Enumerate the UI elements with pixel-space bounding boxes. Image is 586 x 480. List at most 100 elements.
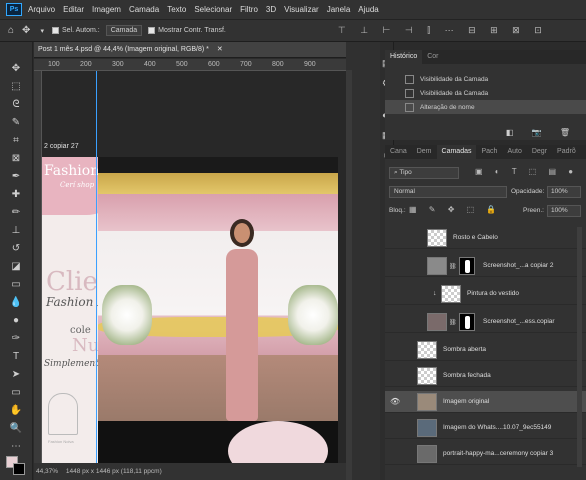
history-actions[interactable]: ◧ 📷 🗑 (506, 128, 578, 137)
layer-row[interactable]: Sombra fechada (385, 365, 586, 387)
zoom-level[interactable]: 44,37% (36, 468, 58, 475)
eye-icon[interactable]: 👁 (390, 397, 400, 406)
type-icon[interactable]: T (8, 350, 24, 364)
menu-arquivo[interactable]: Arquivo (28, 5, 55, 14)
history-item[interactable]: Visibilidade da Camada (385, 86, 586, 100)
layers-scrollbar[interactable] (577, 227, 582, 467)
path-select-icon[interactable]: ➤ (8, 368, 24, 382)
opacity-input[interactable]: 100% (547, 186, 581, 198)
background-color-swatch[interactable] (13, 463, 25, 475)
ruler-tick-label: 100 (48, 61, 60, 68)
layer-filter-icons[interactable]: ▣ ◐ T ⬚ ▤ ● (475, 167, 578, 176)
brand-script: Cerí shop (60, 181, 95, 189)
big-text: Clie (46, 267, 98, 297)
align-icons[interactable]: ⊤ ⊥ ⊢ ⊣ ⫿ ⋯ ⊟ ⊞ ⊠ ⊡ (338, 25, 548, 36)
menu-visualizar[interactable]: Visualizar (284, 5, 319, 14)
history-item[interactable]: Visibilidade da Camada (385, 72, 586, 86)
layer-row[interactable]: ⛓ Screenshot_...a copiar 2 (385, 255, 586, 277)
gradient-icon[interactable]: ▭ (8, 278, 24, 292)
tab-demarcadores[interactable]: Dem (412, 145, 437, 159)
menu-selecionar[interactable]: Selecionar (194, 5, 232, 14)
tab-canais[interactable]: Cana (385, 145, 412, 159)
status-bar: 44,37% 1448 px x 1446 px (118,11 ppcm) (34, 463, 346, 480)
layer-name: Screenshot_...ess.copiar (483, 318, 555, 325)
history-brush-icon[interactable]: ↺ (8, 242, 24, 256)
pen-icon[interactable]: ✑ (8, 332, 24, 346)
layer-row[interactable]: ⛓ Screenshot_...ess.copiar (385, 311, 586, 333)
layer-row-selected[interactable]: 👁 Imagem original (385, 391, 586, 413)
close-tab-icon[interactable]: ✕ (217, 46, 223, 53)
tab-auto[interactable]: Auto (502, 145, 526, 159)
layer-filter-label: Tipo (399, 169, 412, 176)
hand-icon[interactable]: ✋ (8, 404, 24, 418)
chain-link-icon[interactable]: ⛓ (449, 319, 457, 326)
healing-brush-icon[interactable]: ✚ (8, 188, 24, 202)
auto-select-dropdown[interactable]: Camada (105, 25, 143, 36)
layer-filter-dropdown[interactable]: ⌕ Tipo (389, 167, 459, 179)
brush-icon[interactable]: ✏ (8, 206, 24, 220)
layer-name: Imagem do Whats....10.07_9ec55149 (443, 424, 552, 431)
tab-degrades[interactable]: Degr (527, 145, 552, 159)
lock-icons[interactable]: ▦ ✎ ✥ ⬚ 🔒 (409, 205, 501, 214)
auto-select-checkbox[interactable] (51, 27, 59, 34)
history-item-selected[interactable]: Alteração de nome (385, 100, 586, 114)
marquee-icon[interactable]: ⬚ (8, 80, 24, 94)
menu-3d[interactable]: 3D (266, 5, 276, 14)
ruler-tick-label: 900 (304, 61, 316, 68)
tab-historico[interactable]: Histórico (385, 50, 423, 64)
move-tool-icon[interactable]: ✥ (22, 25, 30, 36)
woman-dress (226, 249, 258, 421)
menu-camada[interactable]: Camada (129, 5, 159, 14)
layer-row[interactable]: Imagem do Whats....10.07_9ec55149 (385, 417, 586, 439)
lasso-icon[interactable]: ᘓ (8, 98, 24, 112)
clone-stamp-icon[interactable]: ⊥ (8, 224, 24, 238)
menu-texto[interactable]: Texto (167, 5, 186, 14)
layer-row[interactable]: Sombra aberta (385, 339, 586, 361)
chain-link-icon[interactable]: ⛓ (449, 263, 457, 270)
menu-editar[interactable]: Editar (63, 5, 84, 14)
canvas-area[interactable]: 2 copiar 27 Fashion Cerí shop Clie Fashi… (42, 71, 346, 463)
layer-thumbnail (417, 445, 437, 463)
frame-icon[interactable]: ⊠ (8, 152, 24, 166)
layer-mask-thumbnail[interactable] (459, 257, 475, 275)
guide-line[interactable] (96, 71, 97, 463)
dodge-icon[interactable]: ● (8, 314, 24, 328)
footer-text: Fashion Noiva (48, 439, 74, 444)
chevron-down-icon[interactable]: ▾ (40, 27, 44, 35)
tab-pach[interactable]: Pach (476, 145, 502, 159)
layer-row[interactable]: portrait-happy-ma...ceremony copiar 3 (385, 443, 586, 465)
blend-mode-dropdown[interactable]: Normal (389, 186, 507, 198)
menu-imagem[interactable]: Imagem (92, 5, 121, 14)
tools-panel: ✥ ⬚ ᘓ ✎ ⌗ ⊠ ✒ ✚ ✏ ⊥ ↺ ◪ ▭ 💧 ● ✑ T ➤ ▭ ✋ … (0, 42, 33, 480)
transform-controls-label: Mostrar Contr. Transf. (158, 27, 226, 34)
tab-cor[interactable]: Cor (422, 50, 443, 64)
menu-filtro[interactable]: Filtro (240, 5, 258, 14)
layer-mask-thumbnail[interactable] (459, 313, 475, 331)
move-icon[interactable]: ✥ (8, 62, 24, 76)
layer-row[interactable]: Rosto e Cabelo (385, 227, 586, 249)
eraser-icon[interactable]: ◪ (8, 260, 24, 274)
more-tools-icon[interactable]: ⋯ (8, 440, 24, 454)
shape-icon[interactable]: ▭ (8, 386, 24, 400)
transform-controls-checkbox[interactable] (148, 27, 156, 34)
fill-label: Preen.: (523, 207, 544, 214)
tab-padroes[interactable]: Padrõ (552, 145, 581, 159)
eyedropper-icon[interactable]: ✒ (8, 170, 24, 184)
blur-icon[interactable]: 💧 (8, 296, 24, 310)
tab-camadas[interactable]: Camadas (436, 145, 477, 159)
quick-select-icon[interactable]: ✎ (8, 116, 24, 130)
zoom-icon[interactable]: 🔍 (8, 422, 24, 436)
vertical-scrollbar[interactable] (346, 70, 352, 480)
menu-ajuda[interactable]: Ajuda (358, 5, 378, 14)
canvas-scroll-region (346, 42, 380, 480)
layer-thumbnail (427, 257, 447, 275)
document-tab[interactable]: Post 1 mês 4.psd @ 44,4% (Imagem origina… (34, 42, 346, 58)
fill-input[interactable]: 100% (547, 205, 581, 217)
home-icon[interactable]: ⌂ (8, 25, 14, 36)
dress-logo-icon (48, 393, 78, 435)
layer-thumbnail (441, 285, 461, 303)
layer-row[interactable]: ↓ Pintura do vestido (385, 283, 586, 305)
layer-thumbnail (417, 393, 437, 411)
crop-icon[interactable]: ⌗ (8, 134, 24, 148)
menu-janela[interactable]: Janela (327, 5, 351, 14)
